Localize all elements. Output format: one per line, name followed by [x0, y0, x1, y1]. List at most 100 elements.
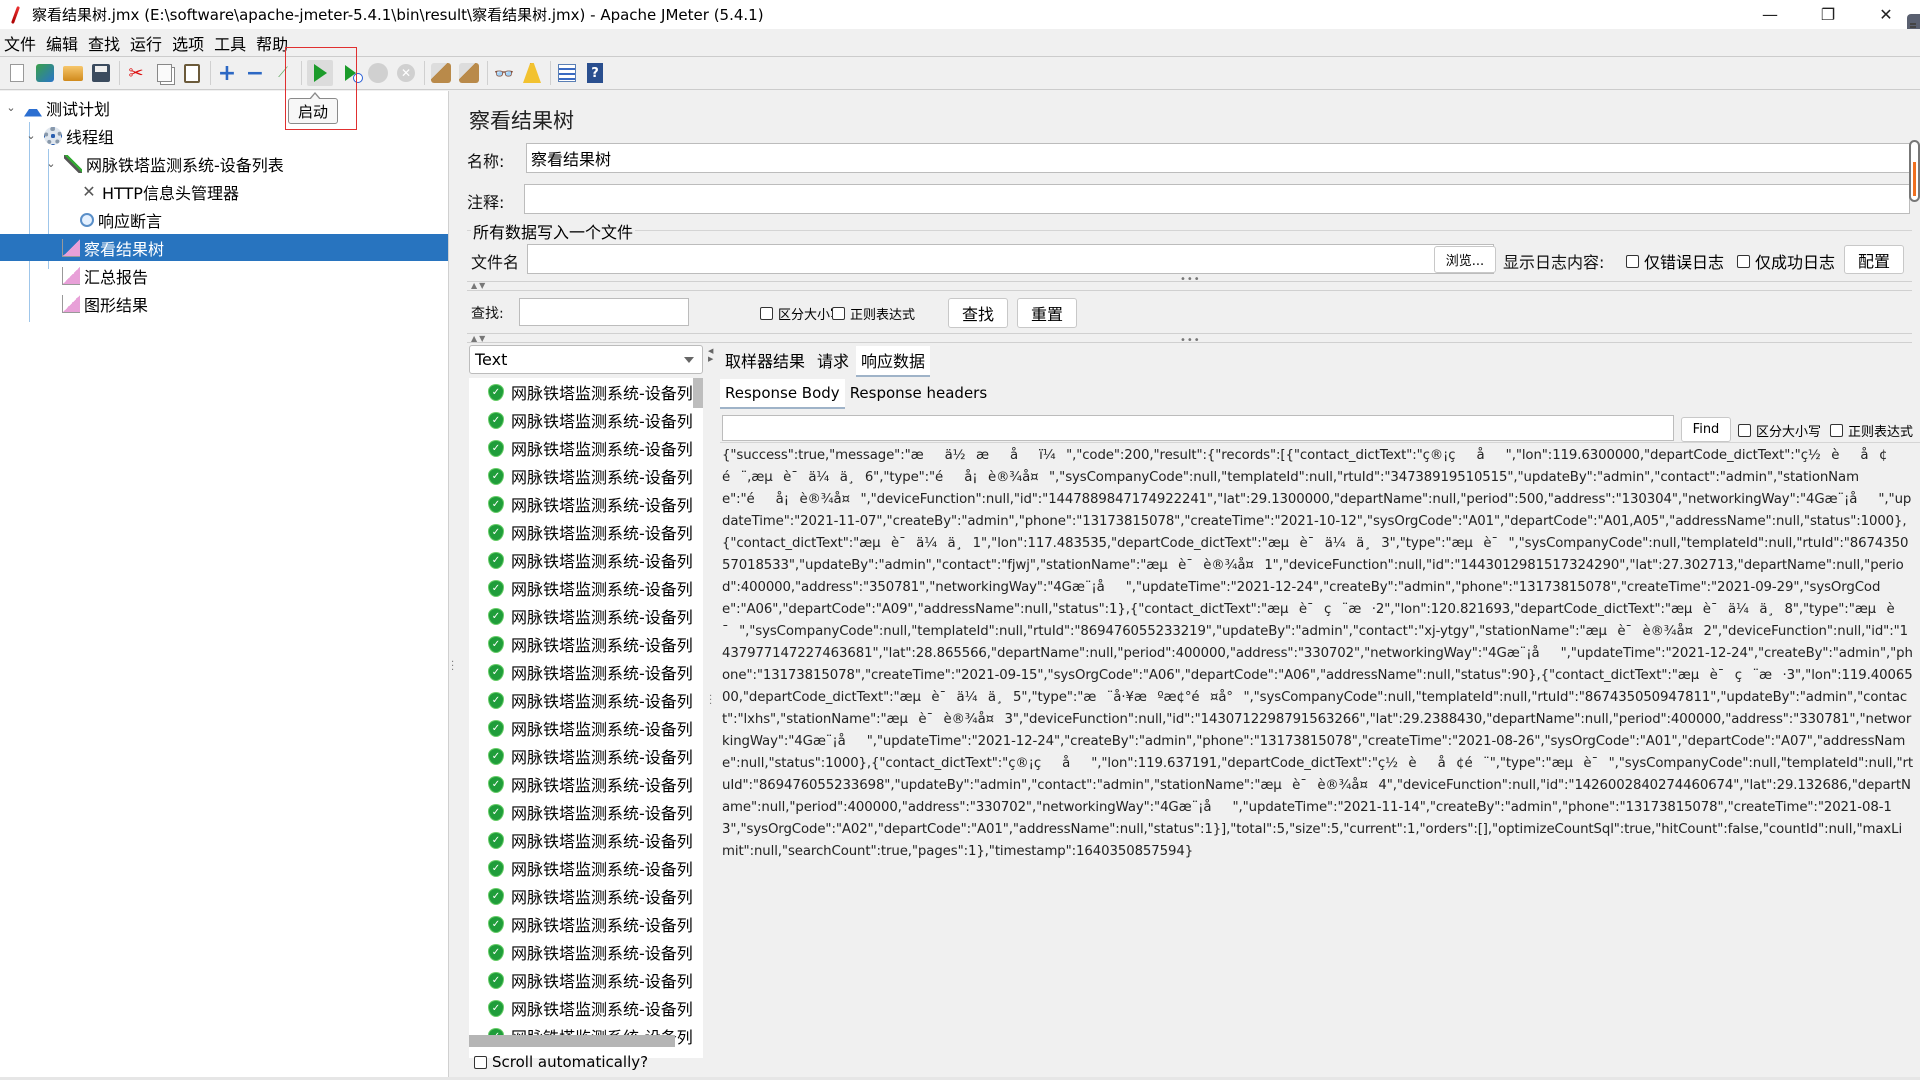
start-no-pauses-button[interactable]: [339, 62, 363, 84]
renderer-select[interactable]: Text: [469, 345, 703, 374]
splitter-handle-icon[interactable]: •••: [1180, 274, 1201, 285]
errors-only-checkbox[interactable]: 仅错误日志: [1626, 249, 1724, 273]
checkbox-box[interactable]: [832, 307, 845, 320]
tree-item-response-assertion[interactable]: 响应断言: [80, 206, 162, 233]
scroll-automatically-checkbox[interactable]: Scroll automatically?: [474, 1053, 648, 1071]
tree-splitter[interactable]: · · ·: [449, 91, 457, 1080]
checkbox-box[interactable]: [1737, 254, 1750, 268]
sample-result-item[interactable]: ✓ 网脉铁塔监测系统-设备列: [489, 518, 693, 546]
sample-result-item[interactable]: ✓ 网脉铁塔监测系统-设备列: [489, 462, 693, 490]
menu-search[interactable]: 查找: [87, 31, 121, 55]
sample-result-item[interactable]: ✓ 网脉铁塔监测系统-设备列: [489, 686, 693, 714]
start-button[interactable]: [307, 60, 333, 86]
help-button[interactable]: ?: [584, 62, 606, 84]
tab-response-data[interactable]: 响应数据: [856, 346, 931, 377]
checkbox-box[interactable]: [1626, 254, 1639, 268]
dropdown-arrow-icon[interactable]: [684, 357, 694, 363]
toggle-button[interactable]: ⟋: [272, 62, 294, 84]
response-body-text[interactable]: {"success":true,"message":"æä½æåï…: [720, 444, 1915, 1074]
sample-result-item[interactable]: ✓ 网脉铁塔监测系统-设备列: [489, 574, 693, 602]
paste-button[interactable]: [181, 62, 203, 84]
sample-result-item[interactable]: ✓ 网脉铁塔监测系统-设备列: [489, 826, 693, 854]
browse-button[interactable]: 浏览...: [1434, 246, 1496, 273]
tree-item-http-sampler[interactable]: ⌄ 网脉铁塔监测系统-设备列表: [44, 150, 284, 177]
checkbox-box[interactable]: [1738, 424, 1751, 437]
sample-result-item[interactable]: ✓ 网脉铁塔监测系统-设备列: [489, 406, 693, 434]
splitter-arrows-icon[interactable]: ◀ ▶: [708, 347, 713, 363]
response-find-button[interactable]: Find: [1681, 417, 1731, 442]
list-vertical-scrollbar[interactable]: [693, 378, 703, 408]
sample-result-item[interactable]: ✓ 网脉铁塔监测系统-设备列: [489, 882, 693, 910]
collapse-all-button[interactable]: −: [244, 61, 266, 86]
minimize-button[interactable]: —: [1742, 0, 1798, 29]
copy-button[interactable]: [153, 62, 175, 84]
sample-result-item[interactable]: ✓ 网脉铁塔监测系统-设备列: [489, 910, 693, 938]
open-button[interactable]: [62, 62, 84, 84]
filename-input[interactable]: [527, 244, 1494, 274]
clear-button[interactable]: [430, 62, 452, 84]
sample-result-item[interactable]: ✓ 网脉铁塔监测系统-设备列: [489, 994, 693, 1022]
tree-item-header-manager[interactable]: ✕ HTTP信息头管理器: [80, 178, 239, 205]
tab-response-headers[interactable]: Response headers: [845, 379, 992, 409]
tree-item-view-results-tree[interactable]: 察看结果树: [0, 234, 448, 261]
search-input[interactable]: [519, 298, 689, 326]
tab-response-body[interactable]: Response Body: [720, 379, 845, 409]
tree-item-thread-group[interactable]: ⌄ 线程组: [24, 122, 114, 149]
checkbox-box[interactable]: [1830, 424, 1843, 437]
tree-item-graph-results[interactable]: 图形结果: [62, 290, 148, 317]
case-sensitive-checkbox[interactable]: 区分大小写: [760, 304, 843, 323]
menu-tools[interactable]: 工具: [213, 31, 247, 55]
reset-button[interactable]: 重置: [1017, 298, 1077, 328]
sample-result-item[interactable]: ✓ 网脉铁塔监测系统-设备列: [489, 770, 693, 798]
sample-result-item[interactable]: ✓ 网脉铁塔监测系统-设备列: [489, 714, 693, 742]
panel-vertical-scrollbar[interactable]: [1909, 140, 1920, 202]
sample-result-item[interactable]: ✓ 网脉铁塔监测系统-设备列: [489, 966, 693, 994]
sample-result-item[interactable]: ✓ 网脉铁塔监测系统-设备列: [489, 602, 693, 630]
sample-result-item[interactable]: ✓ 网脉铁塔监测系统-设备列: [489, 434, 693, 462]
comment-input[interactable]: [524, 184, 1910, 214]
checkbox-box[interactable]: [760, 307, 773, 320]
menu-run[interactable]: 运行: [129, 31, 163, 55]
splitter-handle-icon[interactable]: •••: [1180, 335, 1201, 346]
menu-edit[interactable]: 编辑: [45, 31, 79, 55]
sample-result-item[interactable]: ✓ 网脉铁塔监测系统-设备列: [489, 742, 693, 770]
success-only-checkbox[interactable]: 仅成功日志: [1737, 249, 1835, 273]
tab-sampler-result[interactable]: 取样器结果: [720, 346, 810, 377]
response-regex-checkbox[interactable]: 正则表达式: [1830, 421, 1913, 440]
reset-search-button[interactable]: [521, 62, 543, 84]
function-helper-button[interactable]: [556, 62, 578, 84]
sample-result-item[interactable]: ✓ 网脉铁塔监测系统-设备列: [489, 490, 693, 518]
save-button[interactable]: [90, 62, 112, 84]
menu-options[interactable]: 选项: [171, 31, 205, 55]
results-splitter[interactable]: ◀ ▶ · · ·: [707, 337, 716, 1080]
stop-button[interactable]: [367, 62, 389, 84]
sample-result-item[interactable]: ✓ 网脉铁塔监测系统-设备列: [489, 798, 693, 826]
response-case-sensitive-checkbox[interactable]: 区分大小写: [1738, 421, 1821, 440]
maximize-button[interactable]: ❐: [1800, 0, 1856, 29]
tab-request[interactable]: 请求: [812, 346, 854, 377]
sample-result-item[interactable]: ✓ 网脉铁塔监测系统-设备列: [489, 854, 693, 882]
sample-result-item[interactable]: ✓ 网脉铁塔监测系统-设备列: [489, 378, 693, 406]
splitter-arrows-icon[interactable]: ▲▼: [471, 281, 487, 290]
response-find-input[interactable]: [722, 415, 1674, 441]
list-horizontal-scrollbar[interactable]: [469, 1035, 675, 1047]
sample-result-item[interactable]: ✓ 网脉铁塔监测系统-设备列: [489, 630, 693, 658]
templates-button[interactable]: [34, 62, 56, 84]
regex-checkbox[interactable]: 正则表达式: [832, 304, 915, 323]
tree-item-test-plan[interactable]: ⌄ 测试计划: [4, 94, 110, 121]
shutdown-button[interactable]: ✕: [395, 62, 417, 84]
cut-button[interactable]: ✂: [125, 62, 147, 84]
new-button[interactable]: [6, 62, 28, 84]
find-button[interactable]: 查找: [948, 298, 1008, 328]
close-button[interactable]: ✕: [1858, 0, 1914, 29]
checkbox-box[interactable]: [474, 1055, 487, 1069]
configure-button[interactable]: 配置: [1844, 245, 1904, 274]
menu-file[interactable]: 文件: [3, 31, 37, 55]
sample-result-item[interactable]: ✓ 网脉铁塔监测系统-设备列: [489, 546, 693, 574]
sample-result-item[interactable]: ✓ 网脉铁塔监测系统-设备列: [489, 658, 693, 686]
name-input[interactable]: 察看结果树: [526, 143, 1910, 173]
expand-all-button[interactable]: +: [216, 61, 238, 86]
chevron-down-icon[interactable]: ⌄: [24, 129, 38, 142]
search-button[interactable]: 👓: [493, 62, 515, 84]
tree-item-summary-report[interactable]: 汇总报告: [62, 262, 148, 289]
